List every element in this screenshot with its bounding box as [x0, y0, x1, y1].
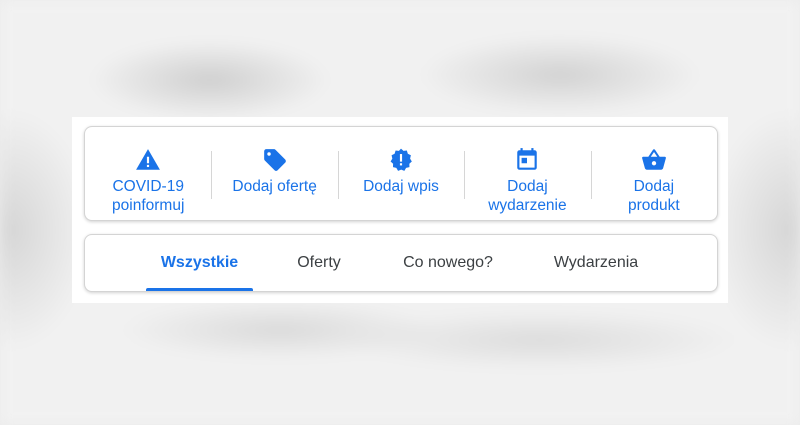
covid-update-label: COVID-19 poinformuj	[112, 178, 185, 214]
add-post-label: Dodaj wpis	[363, 178, 439, 195]
tab-offers-label: Oferty	[297, 254, 341, 271]
post-filter-tabs: Wszystkie Oferty Co nowego? Wydarzenia	[84, 234, 718, 292]
tab-events[interactable]: Wydarzenia	[535, 235, 657, 291]
quick-actions-bar: COVID-19 poinformuj Dodaj ofertę Dodaj w…	[84, 126, 718, 221]
tab-whats-new[interactable]: Co nowego?	[385, 235, 511, 291]
add-offer-button[interactable]: Dodaj ofertę	[211, 127, 337, 220]
tab-whats-new-label: Co nowego?	[403, 254, 493, 271]
add-product-button[interactable]: Dodaj produkt	[590, 127, 717, 220]
active-tab-indicator	[146, 288, 253, 291]
alert-badge-icon	[390, 148, 412, 171]
warning-icon	[136, 149, 161, 170]
basket-icon	[641, 149, 666, 170]
tab-all-label: Wszystkie	[160, 254, 239, 271]
add-product-label: Dodaj produkt	[627, 178, 680, 214]
covid-update-button[interactable]: COVID-19 poinformuj	[85, 127, 211, 220]
tab-offers[interactable]: Oferty	[279, 235, 359, 291]
calendar-icon	[517, 148, 538, 170]
add-event-button[interactable]: Dodaj wydarzenie	[464, 127, 590, 220]
add-offer-label: Dodaj ofertę	[232, 178, 317, 195]
add-post-button[interactable]: Dodaj wpis	[337, 127, 464, 220]
tag-icon	[263, 149, 286, 171]
add-event-label: Dodaj wydarzenie	[488, 178, 567, 214]
tab-events-label: Wydarzenia	[553, 254, 639, 271]
tab-all[interactable]: Wszystkie	[146, 235, 253, 291]
